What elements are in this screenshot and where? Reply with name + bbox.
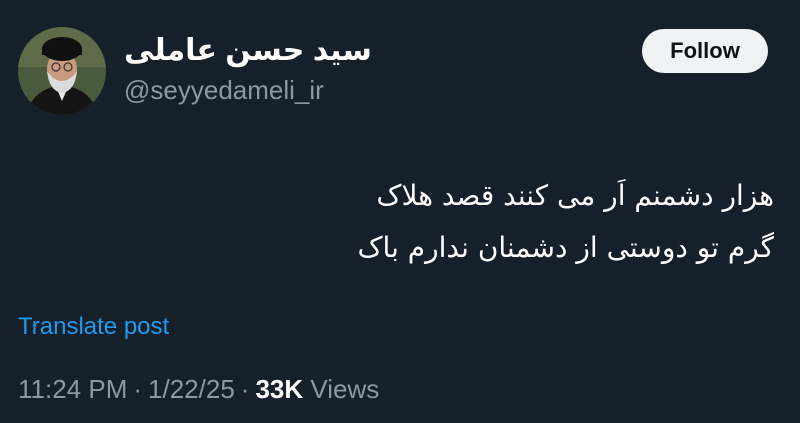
tweet-card: سید حسن عاملی @seyyedameli_ir Follow هزا…: [0, 0, 800, 423]
tweet-time[interactable]: 11:24 PM: [18, 374, 127, 404]
follow-button[interactable]: Follow: [642, 29, 768, 73]
author-handle[interactable]: @seyyedameli_ir: [124, 74, 324, 106]
avatar-image: [18, 27, 106, 115]
tweet-text-line: گرم تو دوستی از دشمنان ندارم باک: [357, 231, 775, 264]
views-count[interactable]: 33K: [255, 374, 303, 404]
translate-post-link[interactable]: Translate post: [18, 312, 169, 342]
author-display-name[interactable]: سید حسن عاملی: [124, 34, 372, 68]
tweet-meta: 11:24 PM · 1/22/25 · 33K Views: [18, 372, 379, 406]
views-label[interactable]: Views: [310, 374, 379, 404]
meta-separator: ·: [133, 374, 143, 404]
tweet-text-line: هزار دشمنم اَر می کنند قصد هلاک: [376, 179, 774, 212]
tweet-date[interactable]: 1/22/25: [148, 374, 235, 404]
tweet-text: هزار دشمنم اَر می کنند قصد هلاک گرم تو د…: [74, 170, 775, 274]
meta-separator: ·: [240, 374, 250, 404]
author-avatar[interactable]: [18, 27, 106, 115]
